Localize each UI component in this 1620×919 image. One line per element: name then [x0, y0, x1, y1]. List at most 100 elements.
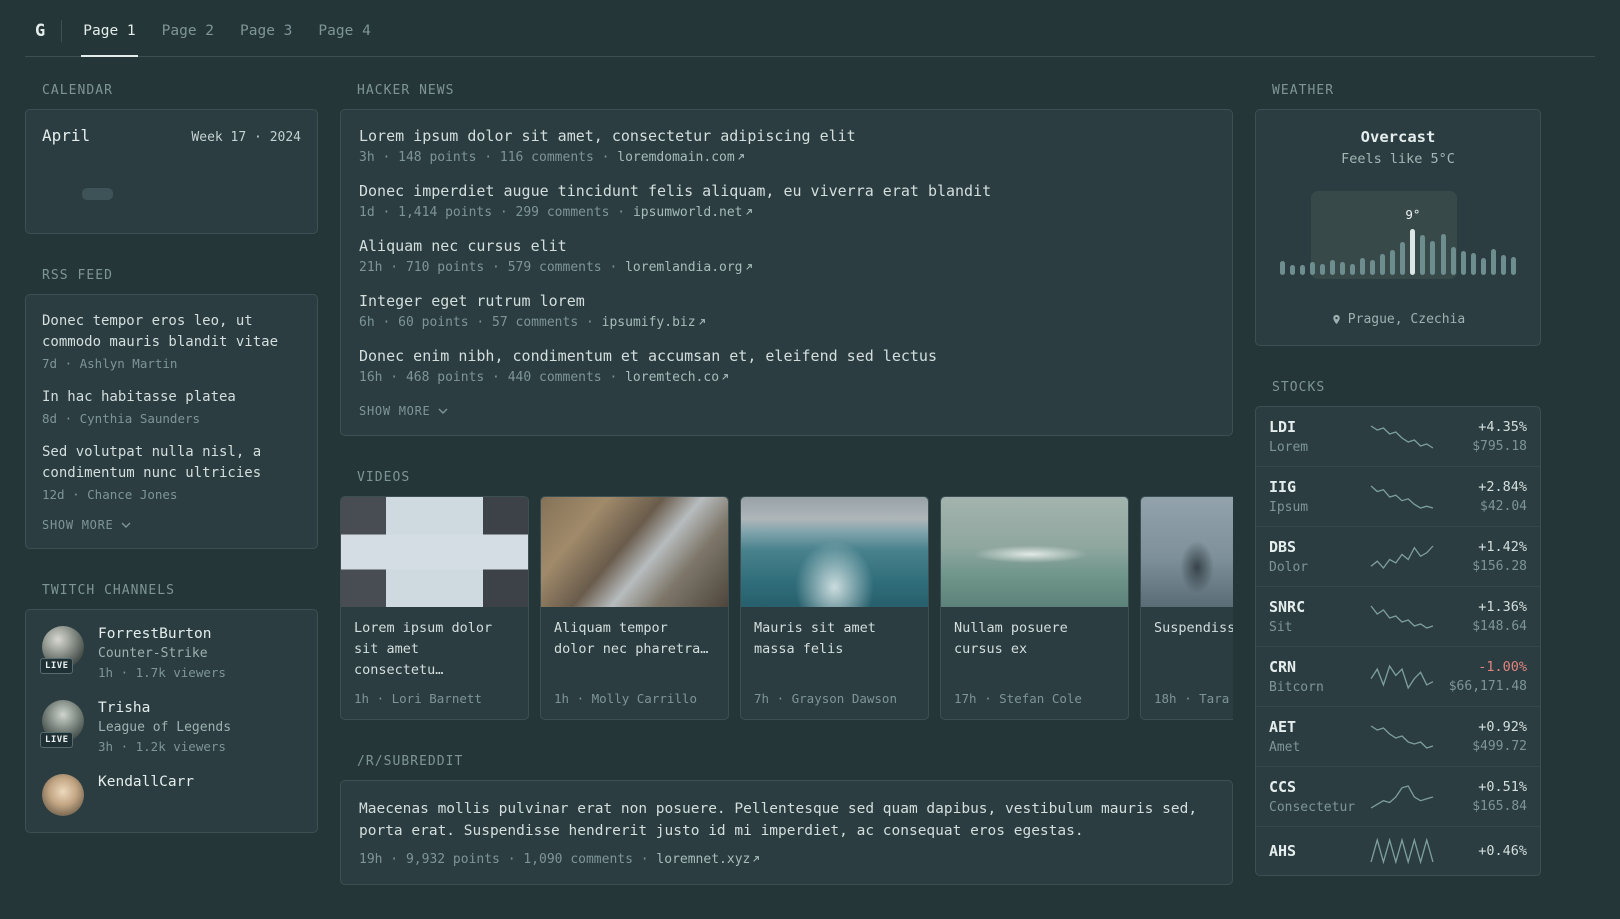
video-meta: 7h · Grayson Dawson [754, 690, 897, 706]
twitch-section: TWITCH CHANNELS LIVE ForrestBurton Count… [25, 583, 318, 833]
video-card[interactable]: Aliquam tempor dolor nec pharetra… 1h · … [540, 496, 729, 720]
weather-bar [1450, 247, 1456, 275]
calendar-day [267, 171, 298, 183]
stock-row[interactable]: DBS Dolor +1.42% $156.28 [1256, 526, 1540, 586]
page-tab[interactable]: Page 2 [149, 6, 227, 56]
twitch-channel[interactable]: LIVE Trisha League of Legends 3h · 1.2k … [40, 700, 301, 754]
page-tab[interactable]: Page 3 [227, 6, 305, 56]
twitch-channel-name[interactable]: KendallCarr [98, 774, 194, 790]
subreddit-post-meta: 19h · 9,932 points · 1,090 comments · lo… [359, 852, 1214, 867]
center-column: HACKER NEWS Lorem ipsum dolor sit amet, … [340, 83, 1233, 919]
hn-item-title[interactable]: Integer eget rutrum lorem [359, 292, 1214, 310]
page-tab[interactable]: Page 4 [305, 6, 383, 56]
stock-values: +2.84% $42.04 [1443, 479, 1527, 514]
hn-item-title[interactable]: Donec enim nibh, condimentum et accumsan… [359, 347, 1214, 365]
calendar-day [230, 171, 261, 183]
stock-symbol: CCS [1269, 778, 1297, 796]
subreddit-domain-link[interactable]: loremnet.xyz [656, 852, 761, 867]
subreddit-widget: Maecenas mollis pulvinar erat non posuer… [340, 779, 1233, 885]
calendar-day-header [79, 158, 116, 166]
twitch-channel[interactable]: LIVE ForrestBurton Counter-Strike 1h · 1… [40, 626, 301, 680]
hn-item-title[interactable]: Aliquam nec cursus elit [359, 237, 1214, 255]
stock-symbol: SNRC [1269, 598, 1306, 616]
stock-identity: DBS Dolor [1269, 538, 1361, 575]
weather-bar [1290, 265, 1296, 275]
app-logo[interactable]: G [25, 21, 61, 41]
stock-row[interactable]: SNRC Sit +1.36% $148.64 [1256, 586, 1540, 646]
weather-bar [1300, 265, 1306, 275]
hn-domain: loremdomain.com [617, 150, 735, 165]
weather-bar [1510, 257, 1516, 275]
video-thumbnail [541, 497, 728, 607]
weather-bar [1430, 241, 1436, 275]
rss-show-more-button[interactable]: SHOW MORE [42, 518, 131, 532]
rss-list: Donec tempor eros leo, ut commodo mauris… [42, 311, 301, 502]
stock-row[interactable]: CCS Consectetur +0.51% $165.84 [1256, 766, 1540, 826]
calendar-day-header [227, 158, 264, 166]
stock-row[interactable]: AET Amet +0.92% $499.72 [1256, 706, 1540, 766]
weather-bar [1330, 260, 1336, 275]
calendar-day [193, 171, 224, 183]
hn-item-title[interactable]: Donec imperdiet augue tincidunt felis al… [359, 182, 1214, 200]
hn-meta-text: 6h · 60 points · 57 comments · [359, 315, 594, 330]
calendar-day [156, 171, 187, 183]
hn-domain: loremtech.co [625, 370, 720, 385]
twitch-channel[interactable]: KendallCarr [42, 774, 301, 816]
external-link-icon [753, 855, 760, 862]
hn-show-more-button[interactable]: SHOW MORE [359, 404, 1214, 418]
calendar-day-header [190, 158, 227, 166]
twitch-channel-name[interactable]: Trisha [98, 700, 231, 716]
weather-section-label: WEATHER [1272, 83, 1335, 98]
video-card[interactable]: Mauris sit amet massa felis 7h · Grayson… [740, 496, 929, 720]
calendar-day [267, 188, 298, 200]
hn-item-title[interactable]: Lorem ipsum dolor sit amet, consectetur … [359, 127, 1214, 145]
chevron-down-icon [121, 522, 131, 528]
rss-item-title[interactable]: Sed volutpat nulla nisl, a condimentum n… [42, 442, 301, 484]
calendar-day [193, 205, 224, 217]
stock-name: Ipsum [1269, 500, 1309, 515]
live-badge: LIVE [40, 732, 74, 748]
weather-bar [1310, 262, 1316, 275]
stock-change: +0.92% [1478, 719, 1527, 735]
video-meta: 1h · Molly Carrillo [554, 690, 697, 706]
weather-section: WEATHER Overcast Feels like 5°C 9° Pragu… [1255, 83, 1541, 346]
rss-item-title[interactable]: In hac habitasse platea [42, 387, 301, 408]
stock-change: +0.46% [1478, 843, 1527, 859]
avatar: LIVE [40, 626, 84, 674]
video-meta: 18h · Tara [1154, 690, 1230, 706]
twitch-channel-name[interactable]: ForrestBurton [98, 626, 226, 642]
hacker-news-widget: Lorem ipsum dolor sit amet, consectetur … [340, 109, 1233, 436]
stock-row[interactable]: CRN Bitcorn -1.00% $66,171.48 [1256, 646, 1540, 706]
stock-row[interactable]: AHS +0.46% [1256, 826, 1540, 875]
hn-domain-link[interactable]: loremtech.co [625, 370, 730, 385]
video-title: Mauris sit amet massa felis [754, 620, 876, 657]
external-link-icon [698, 319, 705, 325]
stock-sparkline [1370, 485, 1434, 509]
stock-name: Sit [1269, 620, 1293, 635]
stock-row[interactable]: IIG Ipsum +2.84% $42.04 [1256, 466, 1540, 526]
video-card[interactable]: Suspendisse diam 18h · Tara [1140, 496, 1233, 720]
stock-values: +4.35% $795.18 [1443, 419, 1527, 454]
stock-identity: AET Amet [1269, 718, 1361, 755]
stock-row[interactable]: LDI Lorem +4.35% $795.18 [1256, 407, 1540, 466]
video-card-body: Aliquam tempor dolor nec pharetra… 1h · … [541, 607, 728, 719]
video-card-body: Lorem ipsum dolor sit amet consectetu… 1… [341, 607, 528, 719]
hn-domain-link[interactable]: ipsumworld.net [633, 205, 754, 220]
right-column: WEATHER Overcast Feels like 5°C 9° Pragu… [1255, 83, 1541, 919]
rss-item-title[interactable]: Donec tempor eros leo, ut commodo mauris… [42, 311, 301, 353]
hn-domain-link[interactable]: ipsumify.biz [602, 315, 707, 330]
stock-symbol: CRN [1269, 658, 1297, 676]
location-pin-icon [1333, 314, 1340, 325]
hn-domain-link[interactable]: loremdomain.com [617, 150, 745, 165]
subreddit-post-title[interactable]: Maecenas mollis pulvinar erat non posuer… [359, 798, 1214, 843]
hn-item: Donec enim nibh, condimentum et accumsan… [359, 347, 1214, 385]
show-more-label: SHOW MORE [42, 518, 114, 532]
video-card[interactable]: Nullam posuere cursus ex 17h · Stefan Co… [940, 496, 1129, 720]
weather-bar [1360, 258, 1366, 275]
stock-values: +1.42% $156.28 [1443, 539, 1527, 574]
stock-name: Bitcorn [1269, 680, 1324, 695]
hn-domain-link[interactable]: loremlandia.org [625, 260, 753, 275]
page-tab[interactable]: Page 1 [70, 6, 148, 57]
video-card[interactable]: Lorem ipsum dolor sit amet consectetu… 1… [340, 496, 529, 720]
calendar-day [45, 188, 76, 200]
